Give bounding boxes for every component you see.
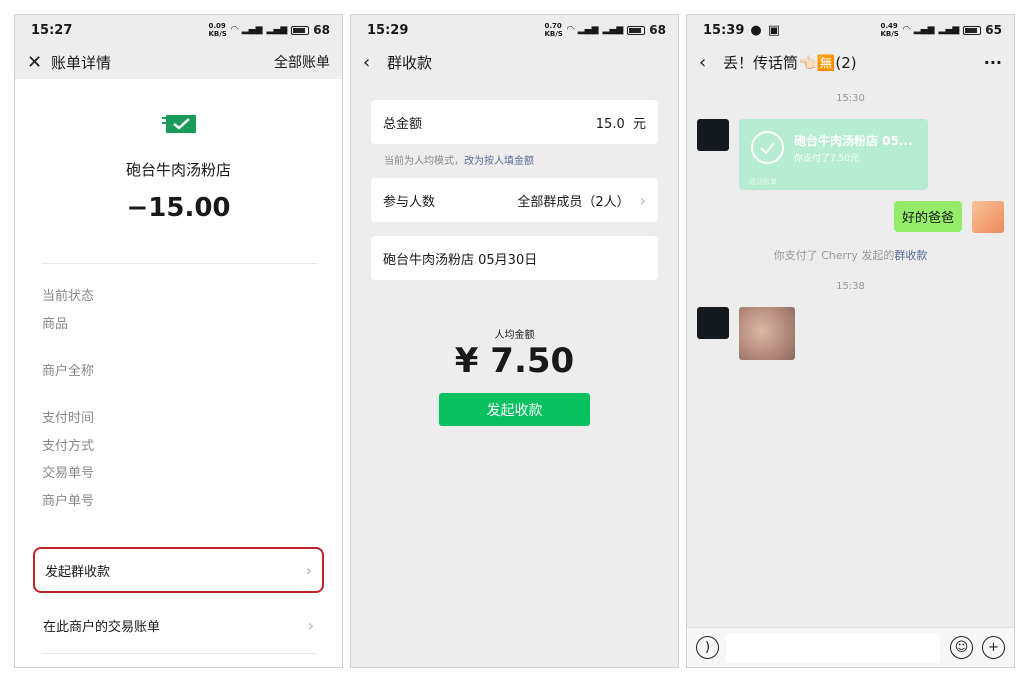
back-arrow-icon[interactable]: ‹: [363, 52, 387, 73]
chevron-right-icon: ›: [305, 560, 312, 580]
payment-message-card[interactable]: 砲台牛肉汤粉店 05... 你支付了7.50元 活动账单: [739, 119, 928, 190]
chat-timestamp: 15:30: [836, 93, 865, 104]
bill-card: 砲台牛肉汤粉店 −15.00 当前状态 商品 商户全称 支付时间 支付方式 交易…: [15, 79, 342, 541]
wifi-icon: ◠: [230, 25, 238, 35]
notification-dot-icon: ●: [750, 22, 762, 38]
system-text: 你支付了 Cherry 发起的: [773, 249, 895, 262]
voice-icon[interactable]: ): [696, 636, 719, 659]
nav-bar: ‹ 群收款: [351, 45, 678, 79]
status-bar: 15:29 0.70 KB/S ◠ ▂▄▆ ▂▄▆ 68: [351, 15, 678, 45]
field-label: 支付时间: [42, 411, 95, 426]
signal-icon-2: ▂▄▆: [266, 25, 288, 35]
nav-bar: ‹ 丢！传话筒👈🏻🈚(2) ···: [687, 45, 1014, 79]
wifi-icon: ◠: [566, 25, 574, 35]
field-label: 当前状态: [42, 289, 95, 304]
battery-icon: [627, 25, 646, 35]
status-time: 15:29: [367, 22, 409, 38]
group-collect-link[interactable]: 群收款: [894, 249, 927, 262]
network-speed: 0.70 KB/S: [544, 22, 563, 38]
hint-text: 当前为人均模式，: [384, 156, 464, 167]
participants-label: 参与人数: [383, 194, 436, 210]
battery-icon: [963, 25, 982, 35]
per-person-label: 人均金额: [494, 330, 535, 341]
my-avatar[interactable]: [972, 201, 1004, 233]
total-value: 15.0 元: [595, 116, 646, 132]
back-arrow-icon[interactable]: ‹: [699, 52, 723, 73]
battery-icon: [291, 25, 310, 35]
participants-card[interactable]: 参与人数 全部群成员（2人） ›: [371, 178, 658, 222]
signal-icon-2: ▂▄▆: [602, 25, 624, 35]
battery-level: 68: [649, 23, 666, 37]
bill-actions: 发起群收款 › 在此商户的交易账单 ›: [15, 541, 342, 667]
image-icon: ▣: [767, 22, 781, 38]
note-text: 砲台牛肉汤粉店 05月30日: [383, 252, 538, 268]
my-message-bubble[interactable]: 好的爸爸: [893, 201, 962, 232]
chat-input-bar: ) ☺ +: [687, 627, 1014, 667]
phone-group-chat: 15:39 ● ▣ 0.49 KB/S ◠ ▂▄▆ ▂▄▆ 65 ‹ 丢！传话筒👈🏻…: [686, 14, 1015, 668]
nav-bar: ✕ 账单详情 全部账单: [15, 45, 342, 79]
phone-group-collect: 15:29 0.70 KB/S ◠ ▂▄▆ ▂▄▆ 68 ‹ 群收款 总金额 1…: [350, 14, 679, 668]
signal-icon: ▂▄▆: [913, 25, 935, 35]
status-time: 15:27: [31, 22, 73, 38]
chevron-right-icon: ›: [307, 615, 314, 635]
payment-title: 砲台牛肉汤粉店 05...: [794, 134, 913, 148]
signal-icon: ▂▄▆: [577, 25, 599, 35]
row-label: 在此商户的交易账单: [43, 619, 161, 635]
check-circle-icon: [751, 131, 784, 164]
field-label: 商户单号: [42, 494, 95, 509]
merchant-bills-row[interactable]: 在此商户的交易账单 ›: [33, 602, 324, 648]
battery-level: 68: [313, 23, 330, 37]
per-person-amount: ¥ 7.50: [454, 341, 575, 381]
avatar[interactable]: [697, 119, 729, 151]
note-card[interactable]: 砲台牛肉汤粉店 05月30日: [371, 236, 658, 280]
bill-amount: −15.00: [126, 193, 231, 223]
signal-icon-2: ▂▄▆: [938, 25, 960, 35]
battery-level: 65: [985, 23, 1002, 37]
page-title: 群收款: [387, 53, 433, 72]
field-label: 支付方式: [42, 439, 95, 454]
emoji-icon[interactable]: ☺: [950, 636, 973, 659]
photo-message[interactable]: [739, 307, 795, 360]
more-icon[interactable]: ···: [984, 53, 1002, 72]
status-bar: 15:39 ● ▣ 0.49 KB/S ◠ ▂▄▆ ▂▄▆ 65: [687, 15, 1014, 45]
chat-timestamp: 15:38: [836, 281, 865, 292]
total-amount-card[interactable]: 总金额 15.0 元: [371, 100, 658, 144]
participants-value: 全部群成员（2人）: [517, 194, 630, 210]
status-time: 15:39: [703, 22, 745, 38]
network-speed: 0.09 KB/S: [208, 22, 227, 38]
system-message: 你支付了 Cherry 发起的群收款: [687, 247, 1014, 263]
payment-footer: 活动账单: [749, 178, 777, 186]
signal-icon: ▂▄▆: [241, 25, 263, 35]
chevron-right-icon: ›: [639, 190, 646, 210]
field-label: 商户全称: [42, 364, 95, 379]
phone-bill-detail: 15:27 0.09 KB/S ◠ ▂▄▆ ▂▄▆ 68 ✕ 账单详情 全部账单…: [14, 14, 343, 668]
page-title: 账单详情: [51, 53, 112, 72]
merchant-envelope-icon: [162, 115, 196, 133]
group-collect-row[interactable]: 发起群收款 ›: [33, 547, 324, 593]
field-label: 交易单号: [42, 466, 95, 481]
merchant-name: 砲台牛肉汤粉店: [125, 161, 231, 179]
start-collect-button[interactable]: 发起收款: [439, 393, 590, 426]
mode-hint: 当前为人均模式，改为按人填金额: [384, 152, 534, 167]
close-icon[interactable]: ✕: [27, 52, 51, 73]
switch-mode-link[interactable]: 改为按人填金额: [464, 156, 534, 167]
divider: [42, 263, 317, 264]
network-speed: 0.49 KB/S: [880, 22, 899, 38]
field-label: 商品: [42, 317, 69, 332]
payment-subtitle: 你支付了7.50元: [794, 154, 860, 164]
chat-title: 丢！传话筒👈🏻🈚(2): [723, 53, 857, 72]
row-label: 发起群收款: [45, 564, 111, 580]
wifi-icon: ◠: [902, 25, 910, 35]
total-label: 总金额: [383, 116, 423, 132]
divider: [42, 653, 317, 654]
avatar[interactable]: [697, 307, 729, 339]
plus-icon[interactable]: +: [982, 636, 1005, 659]
all-bills-link[interactable]: 全部账单: [274, 52, 330, 72]
status-bar: 15:27 0.09 KB/S ◠ ▂▄▆ ▂▄▆ 68: [15, 15, 342, 45]
message-input[interactable]: [726, 633, 940, 663]
